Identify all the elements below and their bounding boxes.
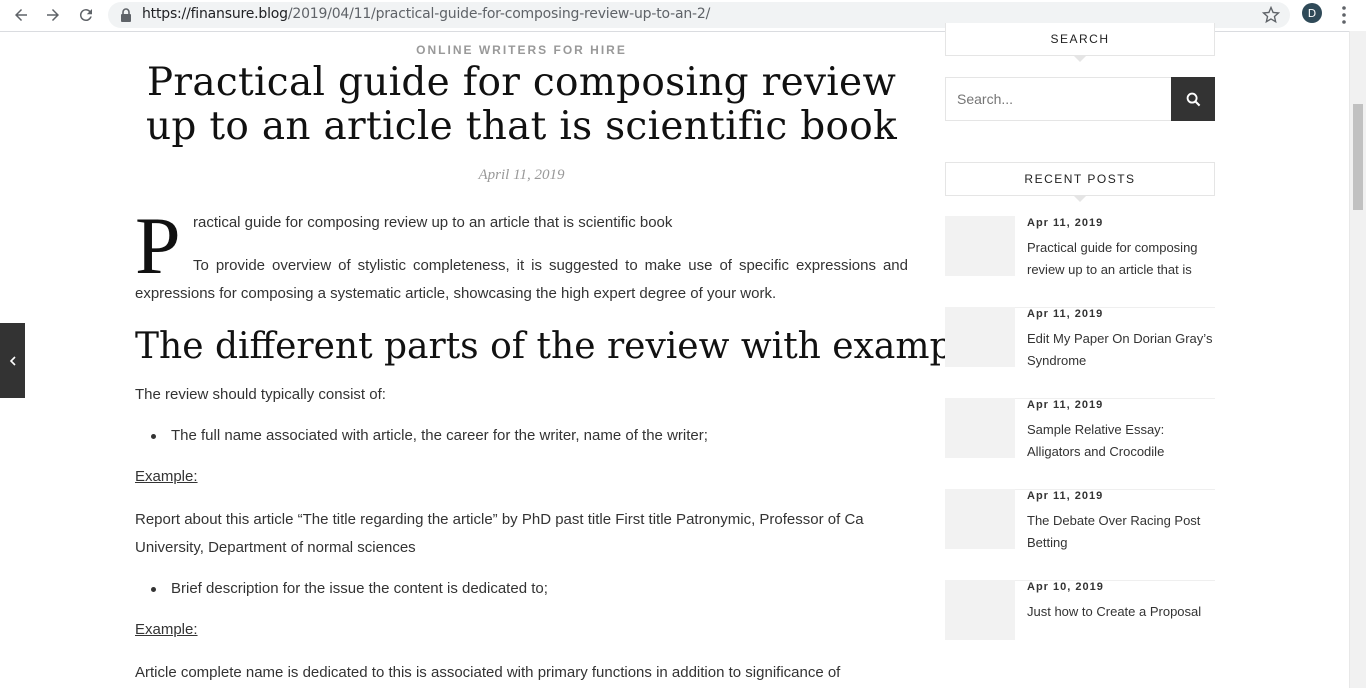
recent-post-item[interactable]: Apr 11, 2019 Edit My Paper On Dorian Gra… (945, 307, 1215, 399)
url-host: https://finansure.blog (142, 6, 288, 22)
post-thumbnail[interactable] (945, 489, 1015, 549)
recent-post-title[interactable]: The Debate Over Racing Post Betting (1027, 510, 1213, 554)
recent-post-date: Apr 11, 2019 (1027, 217, 1104, 229)
star-icon[interactable] (1262, 6, 1280, 24)
recent-post-title[interactable]: Edit My Paper On Dorian Gray’s Syndrome (1027, 328, 1213, 372)
arrow-left-icon (15, 9, 27, 21)
example-paragraph: Report about this article “The title reg… (135, 511, 864, 556)
reload-button[interactable] (73, 3, 99, 27)
post-thumbnail[interactable] (945, 307, 1015, 367)
url-path: /2019/04/11/practical-guide-for-composin… (287, 6, 711, 22)
recent-post-title[interactable]: Practical guide for composing review up … (1027, 237, 1213, 281)
recent-post-date: Apr 10, 2019 (1027, 581, 1104, 593)
scrollbar-thumb[interactable] (1353, 104, 1363, 210)
more-vert-icon[interactable] (1336, 5, 1352, 25)
recent-post-item[interactable]: Apr 10, 2019 Just how to Create a Propos… (945, 580, 1215, 671)
reload-icon (79, 9, 92, 22)
slide-panel-toggle[interactable] (0, 323, 25, 398)
post-thumbnail[interactable] (945, 580, 1015, 640)
post-thumbnail[interactable] (945, 216, 1015, 276)
search-widget-title: SEARCH (945, 23, 1215, 62)
recent-post-title[interactable]: Just how to Create a Proposal (1027, 601, 1213, 623)
forward-button[interactable] (40, 3, 66, 27)
search-button[interactable] (1171, 77, 1215, 121)
post-date: April 11, 2019 (478, 167, 565, 183)
search-icon (1186, 92, 1200, 106)
list-item: The full name associated with article, t… (151, 424, 708, 448)
search-input[interactable] (945, 77, 1171, 121)
page-title: Practical guide for composing review up … (146, 60, 897, 149)
url-text: https://finansure.blog/2019/04/11/practi… (142, 6, 710, 22)
profile-avatar[interactable]: D (1302, 3, 1322, 23)
example-label: Example: (135, 621, 198, 638)
recent-post-date: Apr 11, 2019 (1027, 399, 1104, 411)
intro-paragraph: To provide overview of stylistic complet… (135, 257, 908, 302)
recent-post-date: Apr 11, 2019 (1027, 490, 1104, 502)
example-label: Example: (135, 468, 198, 485)
lock-icon (121, 8, 131, 22)
recent-post-date: Apr 11, 2019 (1027, 308, 1104, 320)
arrow-right-icon (47, 9, 59, 21)
recent-posts-title: RECENT POSTS (945, 162, 1215, 202)
recent-post-item[interactable]: Apr 11, 2019 Practical guide for composi… (945, 216, 1215, 308)
list-item: Brief description for the issue the cont… (151, 577, 548, 601)
section-heading: The different parts of the review with e… (135, 326, 1004, 367)
recent-post-item[interactable]: Apr 11, 2019 The Debate Over Racing Post… (945, 489, 1215, 581)
post-category[interactable]: ONLINE WRITERS FOR HIRE (135, 43, 908, 57)
review-consists-text: The review should typically consist of: (135, 386, 386, 403)
last-paragraph: Article complete name is dedicated to th… (135, 664, 841, 681)
post-thumbnail[interactable] (945, 398, 1015, 458)
back-button[interactable] (8, 3, 34, 27)
recent-post-item[interactable]: Apr 11, 2019 Sample Relative Essay: Alli… (945, 398, 1215, 490)
chevron-left-icon (9, 355, 16, 366)
first-line: ractical guide for composing review up t… (193, 214, 673, 231)
recent-post-title[interactable]: Sample Relative Essay: Alligators and Cr… (1027, 419, 1213, 463)
page-scrollbar[interactable] (1349, 31, 1366, 688)
